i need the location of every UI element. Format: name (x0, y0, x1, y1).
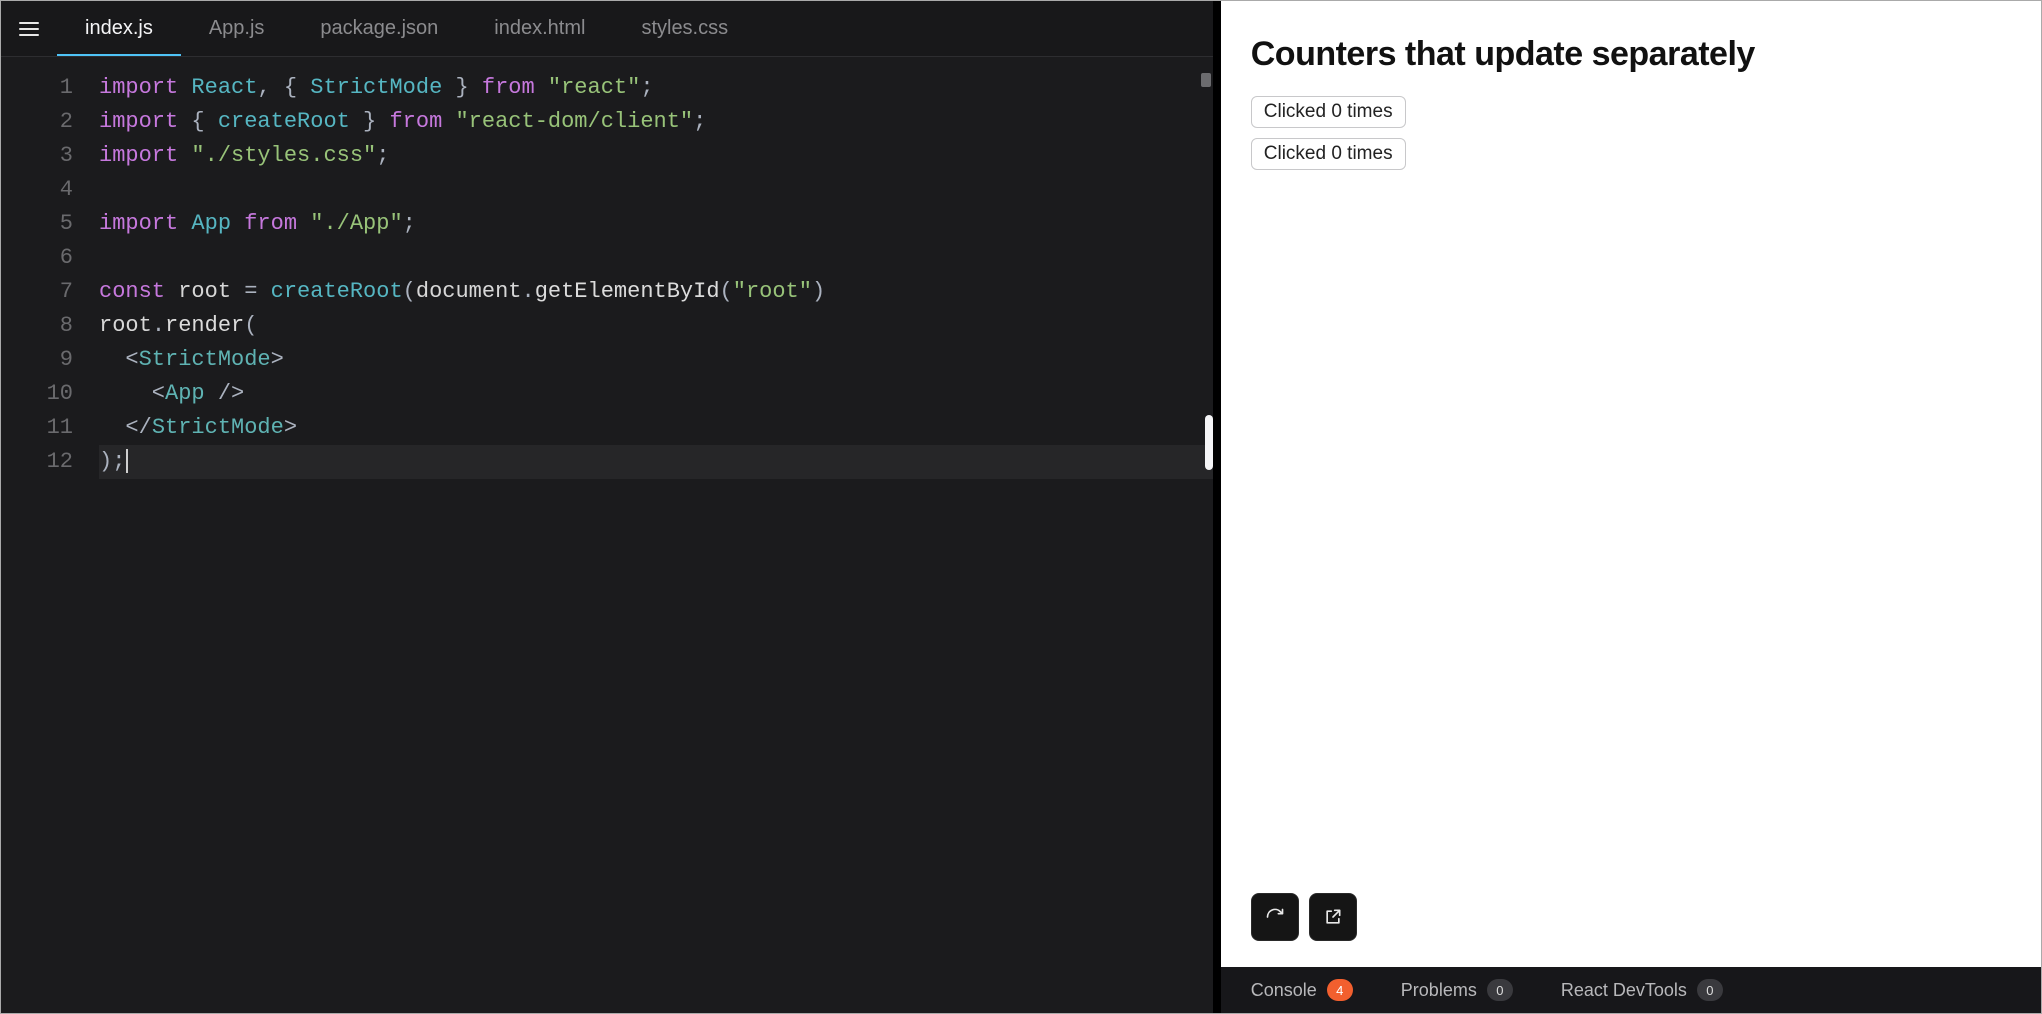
line-number: 1 (1, 71, 73, 105)
counter-button-1[interactable]: Clicked 0 times (1251, 96, 1406, 128)
text-cursor (126, 449, 128, 473)
code-line[interactable]: <App /> (99, 377, 1213, 411)
refresh-button[interactable] (1251, 893, 1299, 941)
preview-heading: Counters that update separately (1251, 35, 2011, 74)
code-body[interactable]: import React, { StrictMode } from "react… (91, 57, 1213, 1013)
code-line[interactable]: </StrictMode> (99, 411, 1213, 445)
bottom-tab-problems[interactable]: Problems 0 (1401, 979, 1513, 1001)
preview-actions (1251, 893, 1357, 941)
refresh-icon (1265, 907, 1285, 927)
code-line[interactable]: const root = createRoot(document.getElem… (99, 275, 1213, 309)
line-gutter: 123456789101112 (1, 57, 91, 1013)
bottom-panel-tabs: Console 4 Problems 0 React DevTools 0 (1221, 967, 2041, 1013)
line-number: 6 (1, 241, 73, 275)
code-line[interactable]: import "./styles.css"; (99, 139, 1213, 173)
line-number: 2 (1, 105, 73, 139)
open-external-button[interactable] (1309, 893, 1357, 941)
code-line[interactable] (99, 241, 1213, 275)
counter-buttons: Clicked 0 times Clicked 0 times (1251, 96, 2011, 170)
code-line[interactable]: ); (99, 445, 1213, 479)
line-number: 4 (1, 173, 73, 207)
line-number: 8 (1, 309, 73, 343)
bottom-tab-react-devtools[interactable]: React DevTools 0 (1561, 979, 1723, 1001)
line-number: 5 (1, 207, 73, 241)
code-line[interactable]: import App from "./App"; (99, 207, 1213, 241)
tab-index-js[interactable]: index.js (57, 1, 181, 56)
tab-index-html[interactable]: index.html (466, 1, 613, 56)
tab-App-js[interactable]: App.js (181, 1, 293, 56)
code-line[interactable]: import React, { StrictMode } from "react… (99, 71, 1213, 105)
bottom-tab-console[interactable]: Console 4 (1251, 979, 1353, 1001)
counter-button-2[interactable]: Clicked 0 times (1251, 138, 1406, 170)
editor-scrollbar-thumb[interactable] (1205, 415, 1213, 470)
preview-pane: Counters that update separately Clicked … (1221, 1, 2041, 1013)
bottom-tab-badge: 0 (1697, 979, 1723, 1001)
line-number: 7 (1, 275, 73, 309)
code-line[interactable]: import { createRoot } from "react-dom/cl… (99, 105, 1213, 139)
line-number: 12 (1, 445, 73, 479)
tab-package-json[interactable]: package.json (292, 1, 466, 56)
hamburger-icon (17, 17, 41, 41)
bottom-tab-badge: 4 (1327, 979, 1353, 1001)
minimap-scroll-indicator[interactable] (1201, 73, 1211, 87)
pane-divider[interactable] (1213, 1, 1221, 1013)
code-line[interactable]: root.render( (99, 309, 1213, 343)
bottom-tab-label: React DevTools (1561, 980, 1687, 1001)
line-number: 3 (1, 139, 73, 173)
bottom-tab-label: Console (1251, 980, 1317, 1001)
bottom-tab-label: Problems (1401, 980, 1477, 1001)
line-number: 9 (1, 343, 73, 377)
tab-styles-css[interactable]: styles.css (613, 1, 756, 56)
menu-button[interactable] (1, 17, 57, 41)
code-line[interactable]: <StrictMode> (99, 343, 1213, 377)
editor-topbar: index.jsApp.jspackage.jsonindex.htmlstyl… (1, 1, 1213, 57)
preview-body: Counters that update separately Clicked … (1221, 1, 2041, 967)
line-number: 10 (1, 377, 73, 411)
line-number: 11 (1, 411, 73, 445)
editor-pane: index.jsApp.jspackage.jsonindex.htmlstyl… (1, 1, 1213, 1013)
file-tabs: index.jsApp.jspackage.jsonindex.htmlstyl… (57, 1, 756, 56)
code-area[interactable]: 123456789101112 import React, { StrictMo… (1, 57, 1213, 1013)
code-line[interactable] (99, 173, 1213, 207)
open-external-icon (1323, 907, 1343, 927)
bottom-tab-badge: 0 (1487, 979, 1513, 1001)
